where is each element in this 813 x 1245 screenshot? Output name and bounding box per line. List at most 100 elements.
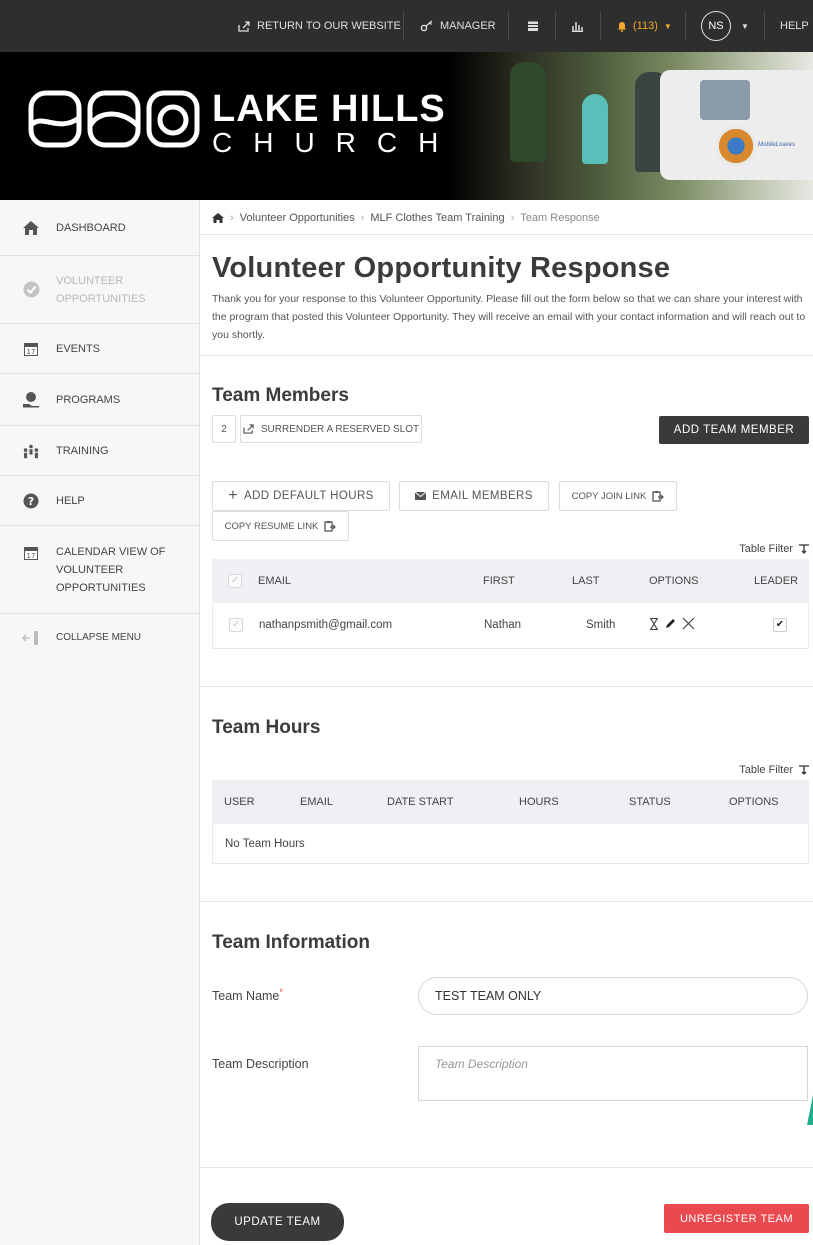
sidebar-item-events[interactable]: 17 EVENTS [0, 324, 200, 374]
sidebar: DASHBOARD VOLUNTEER OPPORTUNITIES 17 EVE… [0, 200, 200, 1245]
truck-logo [716, 126, 756, 166]
add-team-member-button[interactable]: ADD TEAM MEMBER [659, 416, 809, 444]
sidebar-item-collapse-menu[interactable]: COLLAPSE MENU [0, 614, 200, 662]
church-name-line2: CHURCH [212, 127, 460, 158]
sidebar-item-label: PROGRAMS [56, 393, 121, 406]
column-header-user[interactable]: USER [224, 780, 255, 824]
unregister-team-button[interactable]: UNREGISTER TEAM [664, 1204, 809, 1233]
row-checkbox[interactable]: ✓ [229, 618, 243, 632]
sidebar-item-label: VOLUNTEER OPPORTUNITIES [56, 274, 146, 305]
table-filter-toggle[interactable]: Table Filter [739, 543, 809, 555]
breadcrumb-item[interactable]: MLF Clothes Team Training [370, 212, 504, 224]
column-header-last[interactable]: LAST [572, 559, 600, 603]
select-all-checkbox[interactable]: ✓ [228, 574, 242, 588]
top-nav-bar: RETURN TO OUR WEBSITE MANAGER (113) ▼ NS… [0, 0, 813, 52]
column-header-date-start[interactable]: DATE START [387, 780, 454, 824]
copy-join-link-button[interactable]: COPY JOIN LINK [559, 481, 677, 511]
collapse-icon [22, 629, 40, 647]
page-title: Volunteer Opportunity Response [212, 252, 671, 284]
column-header-leader[interactable]: LEADER [754, 559, 798, 603]
caret-down-icon: ▼ [663, 21, 672, 31]
external-link-icon [238, 20, 250, 32]
chevron-right-icon: › [230, 212, 234, 224]
sidebar-item-calendar-view[interactable]: 17 CALENDAR VIEW OF VOLUNTEER OPPORTUNIT… [0, 526, 200, 614]
table-row: ✓ nathanpsmith@gmail.com Nathan Smith ✔ [212, 603, 809, 649]
column-header-hours[interactable]: HOURS [519, 780, 559, 824]
divider [200, 1167, 813, 1168]
check-circle-icon [22, 281, 40, 299]
sidebar-item-dashboard[interactable]: DASHBOARD [0, 200, 200, 256]
email-members-label: EMAIL MEMBERS [432, 490, 533, 502]
help-link[interactable]: HELP [780, 0, 809, 52]
slot-count: 2 [212, 415, 236, 443]
column-header-options: OPTIONS [729, 796, 779, 808]
divider [600, 12, 601, 40]
surrender-slot-label: SURRENDER A RESERVED SLOT [260, 423, 420, 435]
update-team-label: UPDATE TEAM [234, 1216, 321, 1228]
notifications-button[interactable]: (113) ▼ [617, 0, 672, 52]
sidebar-item-label: EVENTS [56, 342, 101, 355]
chevron-right-icon: › [360, 212, 365, 224]
notifications-count: (113) [633, 20, 658, 32]
help-label: HELP [780, 20, 809, 32]
clipboard-icon [652, 491, 665, 502]
sidebar-item-volunteer-opportunities[interactable]: VOLUNTEER OPPORTUNITIES [0, 256, 200, 324]
sidebar-item-training[interactable]: TRAINING [0, 426, 200, 476]
copy-resume-link-button[interactable]: COPY RESUME LINK [212, 511, 349, 541]
column-header-status[interactable]: STATUS [629, 780, 671, 824]
unregister-team-label: UNREGISTER TEAM [679, 1212, 794, 1225]
envelope-icon [415, 492, 427, 500]
team-members-heading: Team Members [212, 385, 349, 406]
team-name-input[interactable]: TEST TEAM ONLY [418, 977, 808, 1015]
empty-table-message: No Team Hours [225, 838, 305, 850]
calendar-icon: 17 [22, 340, 40, 358]
divider [764, 12, 765, 40]
volunteer-figure [510, 62, 546, 162]
calendar-button[interactable] [527, 0, 539, 52]
church-name: LAKE HILLS CHURCH [212, 90, 459, 158]
svg-text:?: ? [28, 495, 34, 508]
question-icon: ? [22, 492, 40, 510]
breadcrumb-item[interactable]: Volunteer Opportunities [240, 212, 355, 224]
sidebar-item-label: COLLAPSE MENU [56, 632, 142, 643]
sidebar-item-help[interactable]: ? HELP [0, 476, 200, 526]
leader-checkbox[interactable]: ✔ [773, 618, 787, 632]
add-default-hours-label: ADD DEFAULT HOURS [244, 490, 374, 502]
team-description-textarea[interactable]: Team Description [418, 1046, 808, 1101]
column-header-options: OPTIONS [649, 575, 699, 587]
breadcrumb: › Volunteer Opportunities › MLF Clothes … [212, 212, 600, 224]
email-members-button[interactable]: EMAIL MEMBERS [399, 481, 549, 511]
column-header-email[interactable]: EMAIL [258, 559, 291, 603]
reports-button[interactable] [571, 0, 584, 52]
surrender-slot-button[interactable]: SURRENDER A RESERVED SLOT [240, 415, 422, 443]
divider [200, 234, 813, 235]
team-information-heading: Team Information [212, 932, 370, 953]
home-icon[interactable] [212, 213, 224, 223]
breadcrumb-item-current: Team Response [520, 212, 600, 224]
main-content: › Volunteer Opportunities › MLF Clothes … [200, 200, 813, 1245]
sidebar-item-label: DASHBOARD [56, 221, 126, 234]
manager-link[interactable]: MANAGER [420, 0, 496, 52]
avatar: NS [701, 11, 731, 41]
hand-globe-icon [22, 391, 40, 409]
sidebar-item-label: CALENDAR VIEW OF VOLUNTEER OPPORTUNITIES [56, 545, 166, 594]
column-header-first[interactable]: FIRST [483, 559, 515, 603]
add-default-hours-button[interactable]: + ADD DEFAULT HOURS [212, 481, 390, 511]
church-logo-icon [28, 90, 200, 148]
hourglass-icon[interactable] [650, 617, 658, 630]
sidebar-item-programs[interactable]: PROGRAMS [0, 374, 200, 426]
close-icon[interactable] [682, 617, 695, 630]
home-icon [22, 219, 40, 237]
sidebar-item-label: HELP [56, 494, 85, 507]
table-filter-toggle[interactable]: Table Filter [739, 764, 809, 776]
column-header-email[interactable]: EMAIL [300, 780, 333, 824]
truck-image: MobileLoaves [660, 70, 813, 180]
user-menu[interactable]: NS ▼ [701, 0, 749, 52]
pencil-icon[interactable] [664, 618, 676, 630]
update-team-button[interactable]: UPDATE TEAM [211, 1203, 344, 1241]
calendar-day: 17 [27, 552, 36, 560]
return-to-website-link[interactable]: RETURN TO OUR WEBSITE [238, 0, 401, 52]
bell-icon [618, 21, 626, 32]
member-last-name: Smith [586, 619, 616, 631]
calendar-grid-icon [528, 21, 538, 31]
